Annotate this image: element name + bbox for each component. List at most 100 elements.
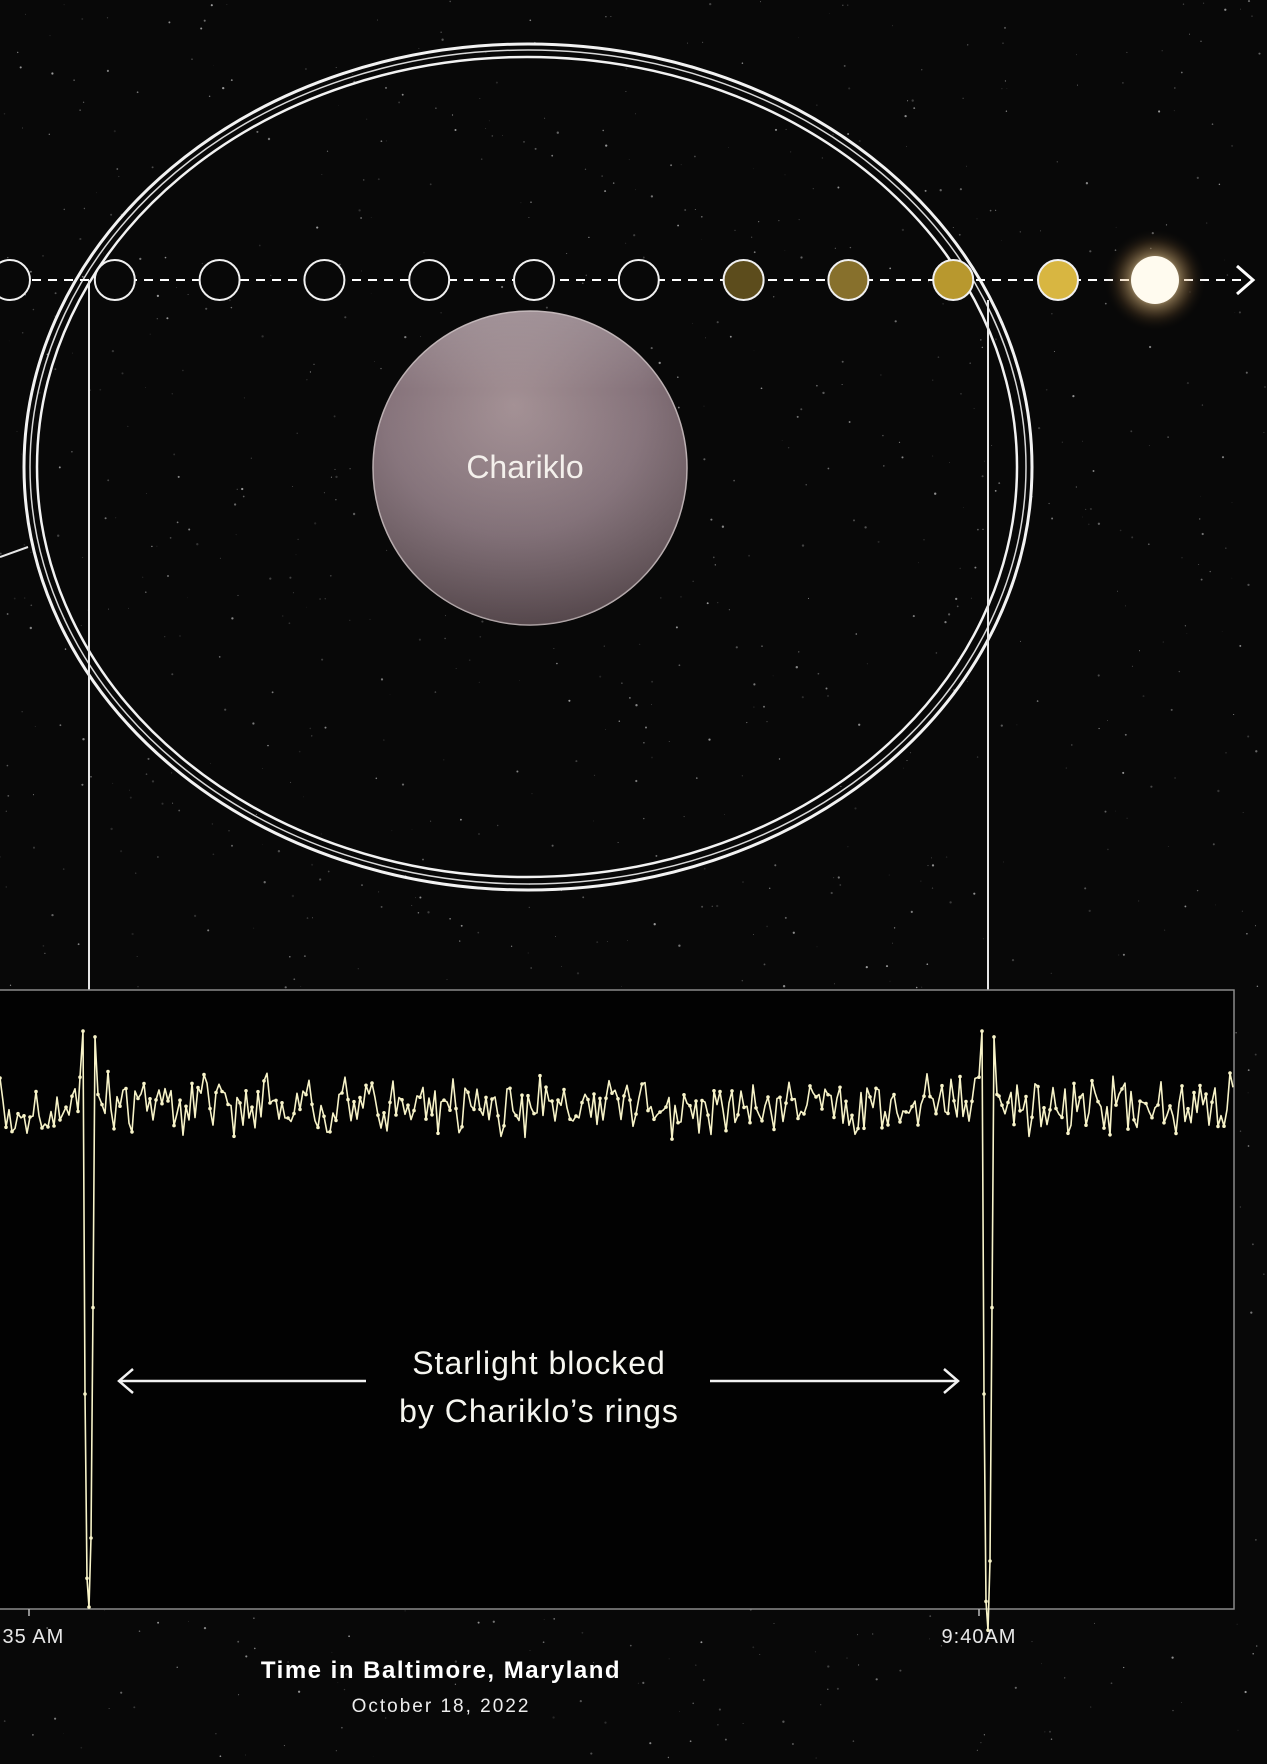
background-star [235,534,237,536]
background-star [703,458,706,461]
data-point [862,1126,866,1131]
data-point [412,1108,416,1113]
data-point [874,1086,878,1091]
background-star [866,663,868,665]
background-star [156,318,158,320]
background-star [1014,1686,1017,1689]
background-star [478,833,480,835]
background-star [792,931,795,934]
background-star [892,25,894,27]
background-star [1097,522,1101,525]
data-point [1144,1101,1148,1106]
background-star [717,602,719,604]
background-star [1224,8,1227,11]
background-star [137,986,139,988]
background-star [582,282,584,284]
data-point [610,1091,614,1095]
background-star [1036,700,1039,702]
background-star [1045,389,1048,391]
background-star [156,294,160,298]
background-star [201,262,203,265]
background-star [782,985,786,988]
background-star [120,1691,123,1694]
background-star [1198,518,1201,520]
background-star [1085,508,1087,510]
background-star [331,1651,333,1653]
background-star [110,827,113,831]
background-star [329,574,332,577]
background-star [989,209,992,212]
data-point [892,1092,896,1097]
background-star [311,735,313,737]
background-star [1247,0,1251,3]
data-point [1096,1099,1100,1104]
data-point [646,1108,650,1113]
background-star [834,247,836,249]
background-star [741,62,744,64]
background-star [1072,395,1075,398]
background-star [701,905,704,908]
data-point [814,1095,818,1099]
background-star [1131,665,1133,667]
background-star [230,306,233,309]
background-star [271,691,274,694]
data-point [322,1114,326,1119]
background-star [1184,905,1187,908]
background-star [991,445,993,446]
background-star [1201,404,1204,406]
background-star [370,292,372,294]
background-star [643,741,645,744]
background-star [1172,1709,1174,1712]
background-star [956,605,959,608]
data-point [910,1104,914,1109]
data-point [1210,1100,1214,1104]
background-star [625,67,628,70]
background-star [976,218,978,220]
background-star [833,983,836,985]
body-label: Chariklo [466,449,584,485]
background-star [1188,33,1191,35]
background-star [63,208,66,211]
background-star [147,757,150,760]
background-star [854,807,857,810]
background-star [468,659,471,661]
data-point [988,1559,992,1563]
figure-canvas [0,0,1266,1759]
background-star [959,567,961,570]
background-star [528,906,530,909]
background-star [1247,583,1250,587]
background-star [319,598,321,600]
background-star [404,335,407,339]
background-star [651,680,654,683]
background-star [960,393,962,395]
background-star [918,562,919,564]
background-star [808,597,809,599]
data-point [418,1095,422,1100]
background-star [3,1720,6,1722]
background-star [321,173,323,175]
background-star [454,129,457,131]
background-star [57,534,60,537]
background-star [753,251,756,254]
background-star [814,1651,816,1653]
background-star [263,881,266,884]
background-star [176,287,177,288]
background-star [728,609,731,611]
background-star [778,220,780,222]
data-point [81,1029,85,1033]
background-star [293,978,296,981]
background-star [753,706,755,708]
background-star [51,72,54,75]
background-star [136,956,138,957]
background-star [753,350,755,352]
background-star [1254,925,1257,927]
background-star [1089,507,1092,511]
data-point [89,1536,93,1540]
background-star [907,100,909,102]
track-marker-dim [722,259,765,301]
background-star [321,658,324,661]
background-star [902,767,905,769]
background-star [83,207,86,210]
background-star [784,174,786,176]
background-star [760,1,762,3]
